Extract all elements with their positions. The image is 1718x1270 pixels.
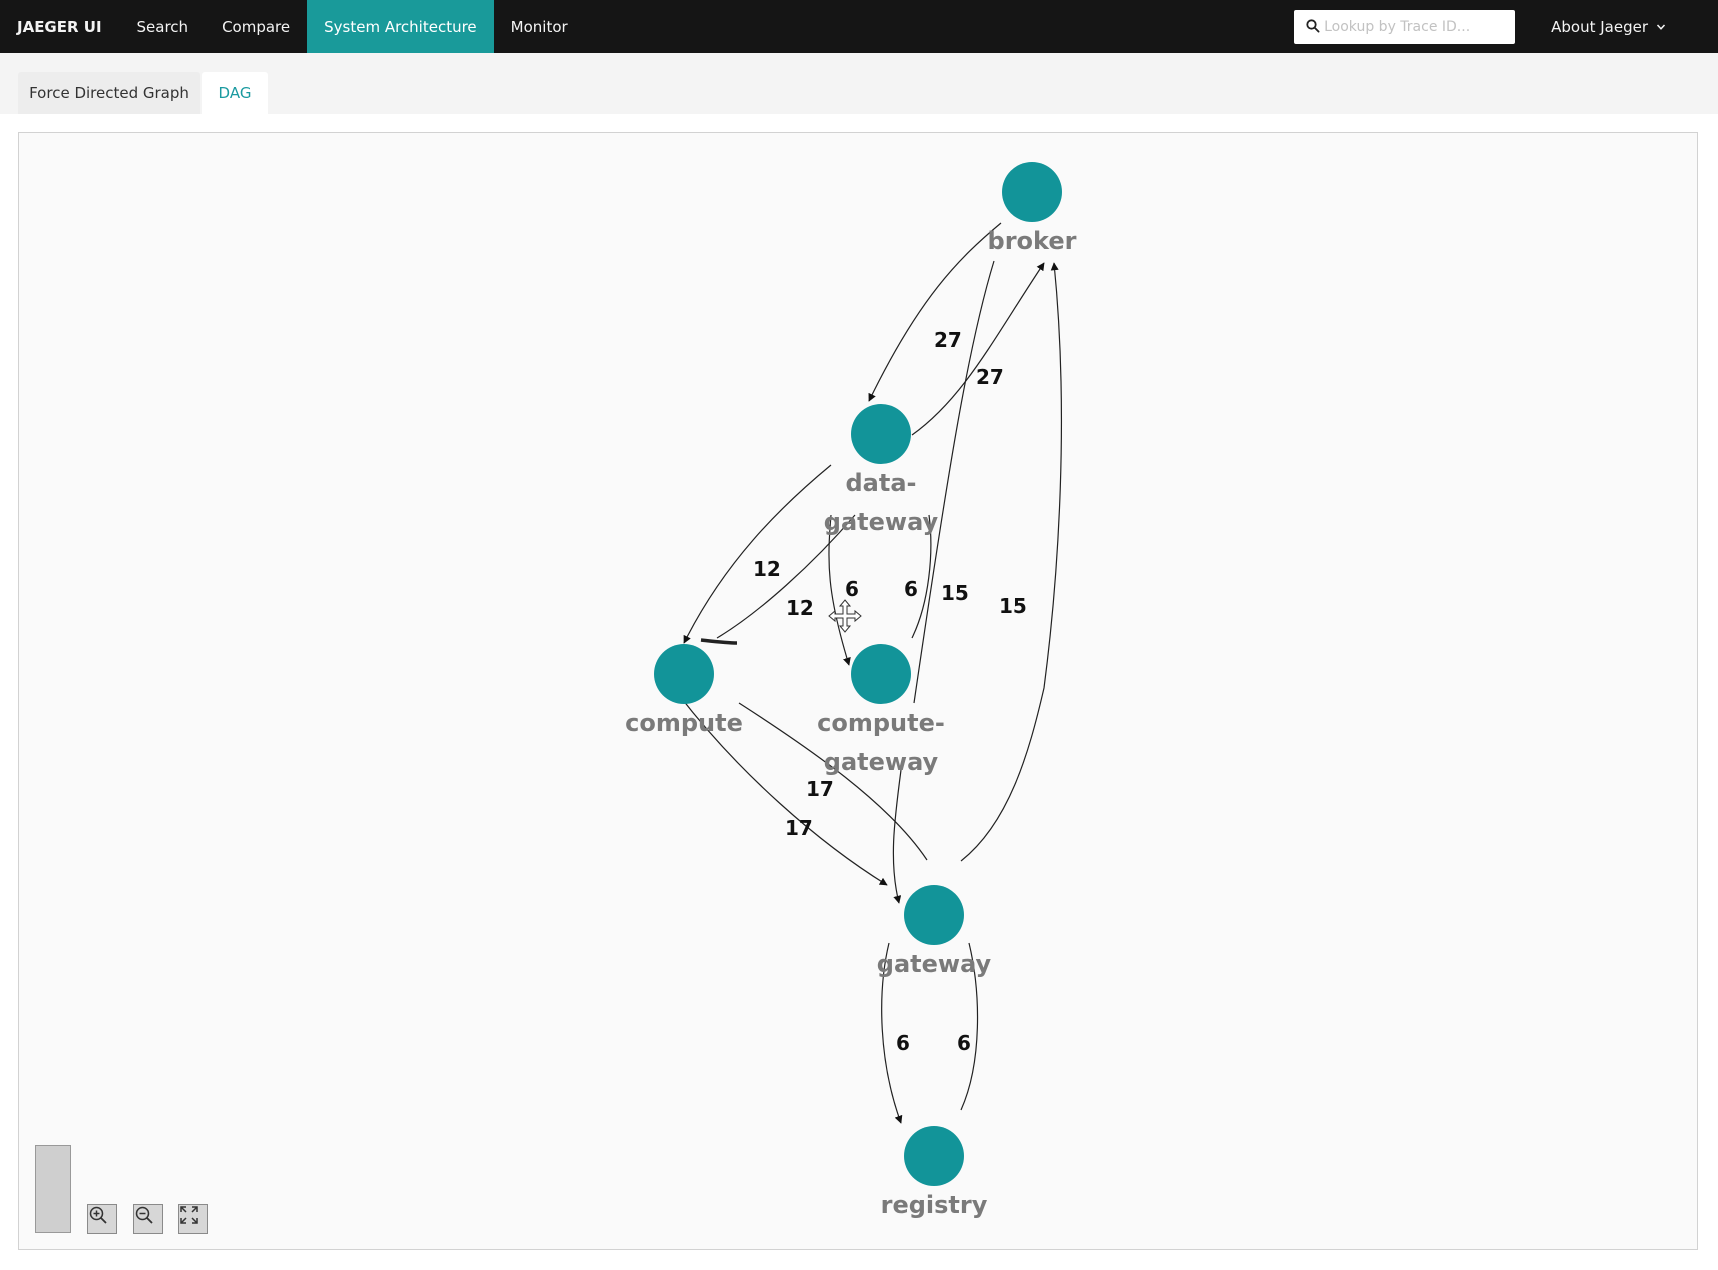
nav-search[interactable]: Search	[120, 0, 206, 53]
node-data-gateway-circle[interactable]	[851, 404, 911, 464]
nav-compare[interactable]: Compare	[205, 0, 307, 53]
node-compute-gateway[interactable]: compute- gateway	[817, 644, 945, 776]
graph-minimap[interactable]	[35, 1145, 71, 1233]
node-gateway-label: gateway	[877, 950, 992, 978]
trace-id-input[interactable]	[1324, 11, 1513, 42]
edge-label: 27	[934, 328, 962, 352]
edge-label: 17	[785, 816, 813, 840]
edge-data-gateway-to-broker	[911, 262, 1045, 436]
node-gateway-circle[interactable]	[904, 885, 964, 945]
edge-label: 12	[753, 557, 781, 581]
tab-dag[interactable]: DAG	[202, 72, 268, 114]
zoom-in-icon	[89, 1206, 107, 1224]
zoom-in-button[interactable]	[87, 1204, 117, 1234]
node-compute[interactable]: compute	[625, 644, 743, 737]
node-registry[interactable]: registry	[881, 1126, 988, 1219]
zoom-out-icon	[135, 1206, 153, 1224]
edge-label: 6	[957, 1031, 971, 1055]
edge-label: 15	[941, 581, 969, 605]
edge-label: 27	[976, 365, 1004, 389]
edge-label: 12	[786, 596, 814, 620]
view-tab-bar: Force Directed Graph DAG	[0, 53, 1718, 114]
dag-graph-canvas[interactable]: 27 27 12 12 6 6 15 15 17 17 6 6 broker d…	[19, 133, 1698, 1250]
search-icon	[1306, 18, 1320, 33]
node-broker-circle[interactable]	[1002, 162, 1062, 222]
edge-label: 6	[845, 577, 859, 601]
brand-logo[interactable]: JAEGER UI	[0, 0, 120, 53]
node-data-gateway[interactable]: data- gateway	[824, 404, 939, 536]
zoom-out-button[interactable]	[133, 1204, 163, 1234]
top-navigation: JAEGER UI Search Compare System Architec…	[0, 0, 1718, 53]
node-gateway[interactable]: gateway	[877, 885, 992, 978]
node-compute-gateway-circle[interactable]	[851, 644, 911, 704]
nav-system-architecture[interactable]: System Architecture	[307, 0, 494, 53]
nav-right-group: About Jaeger	[1294, 0, 1718, 53]
edge-label: 6	[896, 1031, 910, 1055]
node-compute-gateway-label-line2: gateway	[824, 748, 939, 776]
edge-label: 17	[806, 777, 834, 801]
edge-compute-gateway-to-gateway	[892, 769, 902, 904]
node-broker[interactable]: broker	[988, 162, 1077, 255]
about-jaeger-menu[interactable]: About Jaeger	[1533, 18, 1718, 36]
chevron-down-icon	[1656, 23, 1666, 30]
fit-to-screen-button[interactable]	[178, 1204, 208, 1234]
trace-search-box	[1294, 9, 1516, 44]
node-data-gateway-label-line2: gateway	[824, 508, 939, 536]
node-broker-label: broker	[988, 227, 1077, 255]
nav-monitor[interactable]: Monitor	[494, 0, 585, 53]
node-compute-label: compute	[625, 709, 743, 737]
tab-force-directed-graph[interactable]: Force Directed Graph	[18, 72, 200, 114]
edge-label: 6	[904, 577, 918, 601]
about-jaeger-label: About Jaeger	[1551, 17, 1648, 36]
expand-icon	[180, 1206, 198, 1224]
node-compute-gateway-label-line1: compute-	[817, 709, 945, 737]
edge-label: 15	[999, 594, 1027, 618]
node-data-gateway-label-line1: data-	[845, 469, 916, 497]
node-registry-circle[interactable]	[904, 1126, 964, 1186]
edge-gateway-to-broker	[960, 262, 1063, 862]
dag-graph-panel[interactable]: 27 27 12 12 6 6 15 15 17 17 6 6 broker d…	[18, 132, 1698, 1250]
node-registry-label: registry	[881, 1191, 988, 1219]
node-compute-circle[interactable]	[654, 644, 714, 704]
arrow-into-compute	[700, 638, 738, 645]
